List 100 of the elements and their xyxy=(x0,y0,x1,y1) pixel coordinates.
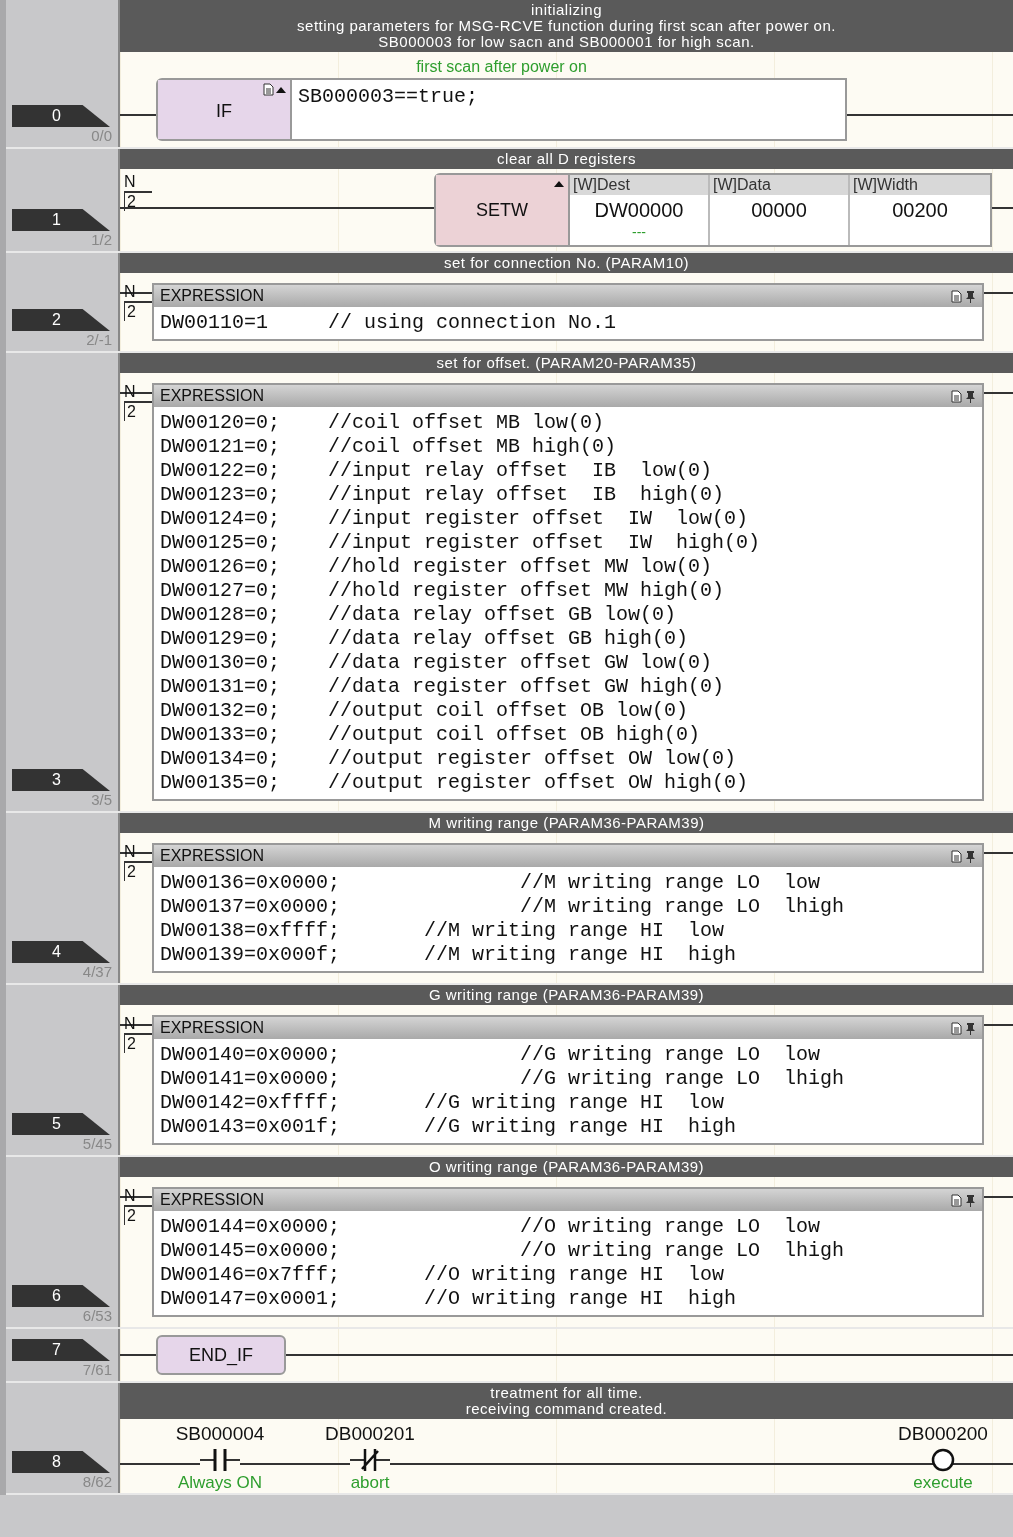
triangle-up-icon xyxy=(276,85,286,94)
code-line: DW00126=0; //hold register offset MW low(0) xyxy=(160,555,713,579)
rung-number-tab[interactable]: 6 xyxy=(12,1285,110,1307)
code-line: DW00137=0x0000; //M writing range LO lhigh xyxy=(160,895,845,919)
rung-number-tab[interactable]: 2 xyxy=(12,309,110,331)
step-number: 5/45 xyxy=(82,1135,113,1153)
code-line: DW00124=0; //input register offset IW low(0) xyxy=(160,507,749,531)
device-address: DB000201 xyxy=(325,1422,415,1446)
comment-text: receiving command created. xyxy=(464,1401,669,1417)
column-header: [W]Dest xyxy=(570,175,708,195)
n-value: 2 xyxy=(124,403,139,421)
step-number: 6/53 xyxy=(82,1307,113,1325)
annotation-text: Always ON xyxy=(177,1473,263,1493)
rung-number-tab[interactable]: 4 xyxy=(12,941,110,963)
annotation-text: --- xyxy=(632,225,646,239)
step-number: 8/62 xyxy=(82,1473,113,1491)
document-icon xyxy=(951,849,962,863)
n-value: 2 xyxy=(124,1207,139,1225)
expression-title: EXPRESSION xyxy=(160,1018,265,1038)
code-line: DW00144=0x0000; //O writing range LO low xyxy=(160,1215,821,1239)
rung-number-tab[interactable]: 3 xyxy=(12,769,110,791)
code-line: DW00132=0; //output coil offset OB low(0) xyxy=(160,699,689,723)
code-line: DW00128=0; //data relay offset GB low(0) xyxy=(160,603,677,627)
n-value: 2 xyxy=(124,193,139,211)
setw-keyword: SETW xyxy=(476,198,528,222)
code-line: DW00120=0; //coil offset MB low(0) xyxy=(160,411,605,435)
annotation-text: abort xyxy=(350,1473,390,1493)
if-keyword: IF xyxy=(216,100,232,123)
code-line: DW00129=0; //data relay offset GB high(0) xyxy=(160,627,689,651)
comment-text: G writing range (PARAM36-PARAM39) xyxy=(427,987,706,1003)
code-line: DW00135=0; //output register offset OW high(0) xyxy=(160,771,749,795)
comment-text: setting parameters for MSG-RCVE function during first scan after power on. xyxy=(296,18,837,34)
comment-text: clear all D registers xyxy=(496,151,637,167)
code-line: DW00134=0; //output register offset OW low(0) xyxy=(160,747,737,771)
code-line: DW00130=0; //data register offset GW low(0) xyxy=(160,651,713,675)
code-line: DW00122=0; //input relay offset IB low(0) xyxy=(160,459,713,483)
pin-icon xyxy=(965,389,976,403)
comment-text: SB000003 for low sacn and SB000001 for high scan. xyxy=(378,34,756,50)
document-icon xyxy=(951,1021,962,1035)
rung-number-tab[interactable]: 8 xyxy=(12,1451,110,1473)
column-header: [W]Width xyxy=(850,175,990,195)
annotation-text: execute xyxy=(913,1473,973,1493)
code-line: DW00139=0x000f; //M writing range HI high xyxy=(160,943,737,967)
device-address: DB000200 xyxy=(898,1422,988,1446)
code-line: DW00125=0; //input register offset IW high(0) xyxy=(160,531,761,555)
rung-number-tab[interactable]: 0 xyxy=(12,105,110,127)
code-line: DW00140=0x0000; //G writing range LO low xyxy=(160,1043,821,1067)
column-value: DW00000 xyxy=(593,198,685,223)
document-icon xyxy=(263,83,274,96)
pin-icon xyxy=(965,289,976,303)
code-line: DW00147=0x0001; //O writing range HI high xyxy=(160,1287,737,1311)
column-value: 00200 xyxy=(891,198,949,223)
column-header: [W]Data xyxy=(710,175,848,195)
code-line: DW00133=0; //output coil offset OB high(0) xyxy=(160,723,701,747)
step-number: 1/2 xyxy=(91,231,113,249)
document-icon xyxy=(951,1193,962,1207)
code-line: DW00136=0x0000; //M writing range LO low xyxy=(160,871,821,895)
document-icon xyxy=(951,389,962,403)
expression-title: EXPRESSION xyxy=(160,846,265,866)
code-line: DW00141=0x0000; //G writing range LO lhigh xyxy=(160,1067,845,1091)
triangle-up-icon xyxy=(554,180,564,188)
code-line: DW00145=0x0000; //O writing range LO lhigh xyxy=(160,1239,845,1263)
device-address: SB000004 xyxy=(175,1422,265,1446)
n-value: 2 xyxy=(124,1035,139,1053)
annotation-text: first scan after power on xyxy=(415,57,588,77)
rung-number-tab[interactable]: 7 xyxy=(12,1339,110,1361)
code-line: DW00138=0xffff; //M writing range HI low xyxy=(160,919,725,943)
rung-number-tab[interactable]: 5 xyxy=(12,1113,110,1135)
pin-icon xyxy=(965,1193,976,1207)
code-line: DW00143=0x001f; //G writing range HI high xyxy=(160,1115,737,1139)
step-number: 2/-1 xyxy=(86,331,113,349)
code-line: DW00131=0; //data register offset GW high(0) xyxy=(160,675,725,699)
expression-title: EXPRESSION xyxy=(160,1190,265,1210)
step-number: 3/5 xyxy=(91,791,113,809)
comment-text: treatment for all time. xyxy=(489,1385,644,1401)
pin-icon xyxy=(965,1021,976,1035)
step-number: 4/37 xyxy=(82,963,113,981)
code-line: DW00121=0; //coil offset MB high(0) xyxy=(160,435,617,459)
column-value: 00000 xyxy=(750,198,808,223)
comment-text: O writing range (PARAM36-PARAM39) xyxy=(427,1159,706,1175)
n-value: 2 xyxy=(124,863,139,881)
code-line: DW00146=0x7fff; //O writing range HI low xyxy=(160,1263,725,1287)
end-if-block: END_IF xyxy=(156,1335,286,1375)
code-line: DW00142=0xffff; //G writing range HI low xyxy=(160,1091,725,1115)
n-label: N xyxy=(124,173,152,193)
step-number: 7/61 xyxy=(82,1361,113,1379)
document-icon xyxy=(951,289,962,303)
expression-title: EXPRESSION xyxy=(160,286,265,306)
code-line: DW00110=1 // using connection No.1 xyxy=(160,311,617,335)
comment-text: initializing xyxy=(529,2,603,18)
n-value: 2 xyxy=(124,303,139,321)
condition-text: SB000003==true; xyxy=(297,84,479,110)
code-line: DW00127=0; //hold register offset MW high(0) xyxy=(160,579,725,603)
rung-number-tab[interactable]: 1 xyxy=(12,209,110,231)
step-number: 0/0 xyxy=(91,127,113,145)
comment-text: M writing range (PARAM36-PARAM39) xyxy=(427,815,706,831)
pin-icon xyxy=(965,849,976,863)
comment-text: set for connection No. (PARAM10) xyxy=(443,255,690,271)
comment-text: set for offset. (PARAM20-PARAM35) xyxy=(435,355,698,371)
code-line: DW00123=0; //input relay offset IB high(0) xyxy=(160,483,725,507)
